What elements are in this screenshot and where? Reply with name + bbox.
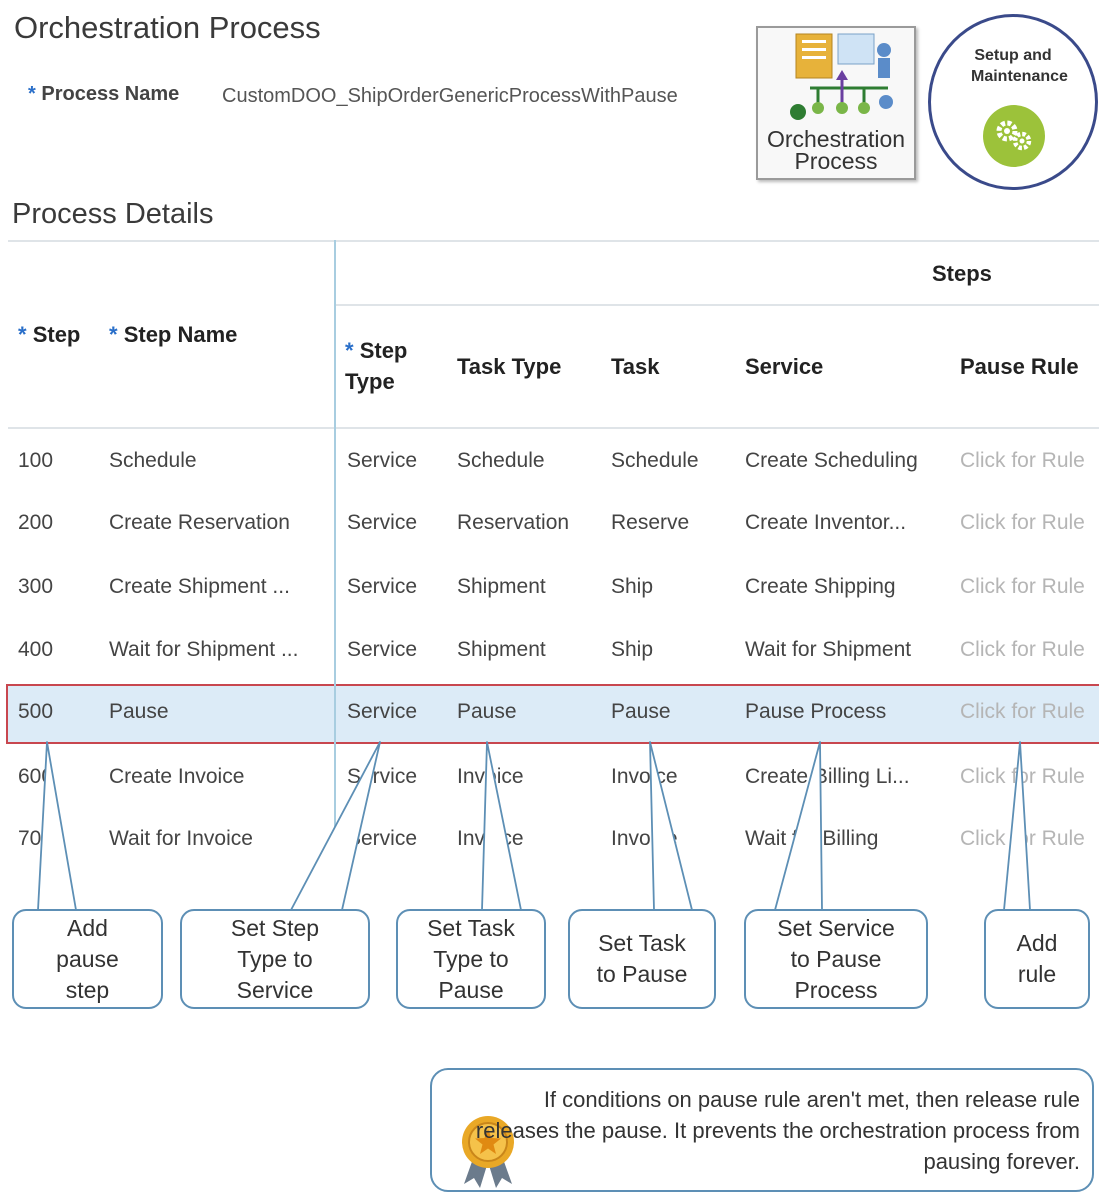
service: Create Scheduling xyxy=(745,449,918,472)
task: Invoice xyxy=(611,827,678,850)
selected-table-row[interactable] xyxy=(6,684,1099,744)
callout-set-task-type: Set Task Type to Pause xyxy=(396,909,546,1009)
col-header-task[interactable]: Task xyxy=(611,354,660,380)
step-type: Service xyxy=(347,700,418,723)
col-header-step-name-label: Step Name xyxy=(123,322,238,347)
callout-add-pause-step: Add pause step xyxy=(12,909,163,1009)
task-type: Shipment xyxy=(457,575,546,598)
callout-set-step-type: Set Step Type to Service xyxy=(180,909,370,1009)
step-name: Create Invoice xyxy=(109,765,245,788)
setup-logo-label: Setup and Maintenance xyxy=(971,47,1068,85)
step-name: Wait for Shipment ... xyxy=(109,638,299,661)
task: Reserve xyxy=(611,511,690,534)
required-icon: * xyxy=(345,338,354,363)
col-header-step-label: Step xyxy=(32,322,81,347)
step-number: 100 xyxy=(18,449,54,472)
setup-maintenance-logo[interactable]: Setup and Maintenance xyxy=(928,14,1098,190)
task: Pause xyxy=(611,700,671,723)
service: Create Billing Li... xyxy=(745,765,910,788)
section-title: Process Details xyxy=(12,198,214,230)
pause-rule-link[interactable]: Click for Rule xyxy=(960,827,1085,851)
step-type: Service xyxy=(347,638,418,661)
col-header-task-type[interactable]: Task Type xyxy=(457,354,561,380)
callout-add-rule: Add rule xyxy=(984,909,1090,1009)
note-box: If conditions on pause rule aren't met, … xyxy=(430,1068,1094,1192)
step-name: Wait for Invoice xyxy=(109,827,253,850)
step-number: 400 xyxy=(18,638,54,661)
task-type: Pause xyxy=(457,700,517,723)
col-header-pause-rule[interactable]: Pause Rule xyxy=(960,354,1079,380)
required-icon: * xyxy=(18,322,27,347)
callout-text: Set Task to Pause xyxy=(596,930,688,987)
orchestration-logo-label: Orchestration Process xyxy=(766,126,906,174)
pause-rule-link[interactable]: Click for Rule xyxy=(960,449,1085,473)
service: Create Inventor... xyxy=(745,511,907,534)
task: Ship xyxy=(611,575,654,598)
step-number: 600 xyxy=(18,765,54,788)
callout-text: Set Task Type to Pause xyxy=(427,914,515,1003)
step-name: Create Shipment ... xyxy=(109,575,290,598)
page-title: Orchestration Process xyxy=(14,10,321,45)
step-number: 200 xyxy=(18,511,54,534)
pause-rule-link[interactable]: Click for Rule xyxy=(960,575,1085,599)
service: Wait for Billing xyxy=(745,827,879,850)
task-type: Shipment xyxy=(457,638,546,661)
col-header-step-type[interactable]: * Step Type xyxy=(345,335,435,397)
process-name-label: * Process Name xyxy=(28,83,179,106)
note-text: If conditions on pause rule aren't met, … xyxy=(475,1087,1080,1174)
step-name: Schedule xyxy=(109,449,197,472)
pause-rule-link[interactable]: Click for Rule xyxy=(960,765,1085,789)
task: Ship xyxy=(611,638,654,661)
step-type: Service xyxy=(347,449,418,472)
step-name: Pause xyxy=(109,700,169,723)
callout-text: Set Service to Pause Process xyxy=(777,914,895,1003)
frozen-column-divider xyxy=(334,240,336,872)
callout-set-service: Set Service to Pause Process xyxy=(744,909,928,1009)
gear-icon xyxy=(983,105,1045,167)
col-header-step-name[interactable]: * Step Name xyxy=(109,322,237,348)
task: Schedule xyxy=(611,449,699,472)
task-type: Schedule xyxy=(457,449,545,472)
required-icon: * xyxy=(109,322,118,347)
step-type: Service xyxy=(347,575,418,598)
task-type: Invoice xyxy=(457,765,524,788)
step-type: Service xyxy=(347,765,418,788)
process-name-value: CustomDOO_ShipOrderGenericProcessWithPau… xyxy=(222,85,678,107)
pause-rule-link[interactable]: Click for Rule xyxy=(960,511,1085,535)
callout-text: Add pause step xyxy=(56,914,119,1003)
col-header-step-type-label: Step Type xyxy=(345,338,408,394)
step-number: 500 xyxy=(18,700,54,723)
header-divider xyxy=(8,427,1099,429)
process-name-label-text: Process Name xyxy=(41,83,180,105)
step-type: Service xyxy=(347,511,418,534)
service: Wait for Shipment xyxy=(745,638,912,661)
steps-group-label: Steps xyxy=(932,261,992,286)
callout-text: Set Step Type to Service xyxy=(230,914,320,1003)
orchestration-process-logo[interactable]: Orchestration Process xyxy=(756,26,916,180)
service: Pause Process xyxy=(745,700,887,723)
col-header-step[interactable]: * Step xyxy=(18,322,80,348)
step-name: Create Reservation xyxy=(109,511,290,534)
col-header-service[interactable]: Service xyxy=(745,354,823,380)
task-type: Invoice xyxy=(457,827,524,850)
step-number: 700 xyxy=(18,827,54,850)
required-icon: * xyxy=(28,83,36,105)
service: Create Shipping xyxy=(745,575,896,598)
pause-rule-link[interactable]: Click for Rule xyxy=(960,700,1085,724)
step-type: Service xyxy=(347,827,418,850)
callout-text: Add rule xyxy=(1016,930,1058,987)
pause-rule-link[interactable]: Click for Rule xyxy=(960,638,1085,662)
task-type: Reservation xyxy=(457,511,570,534)
callout-set-task: Set Task to Pause xyxy=(568,909,716,1009)
step-number: 300 xyxy=(18,575,54,598)
orchestration-diagram-icon xyxy=(790,33,893,120)
task: Invoice xyxy=(611,765,678,788)
